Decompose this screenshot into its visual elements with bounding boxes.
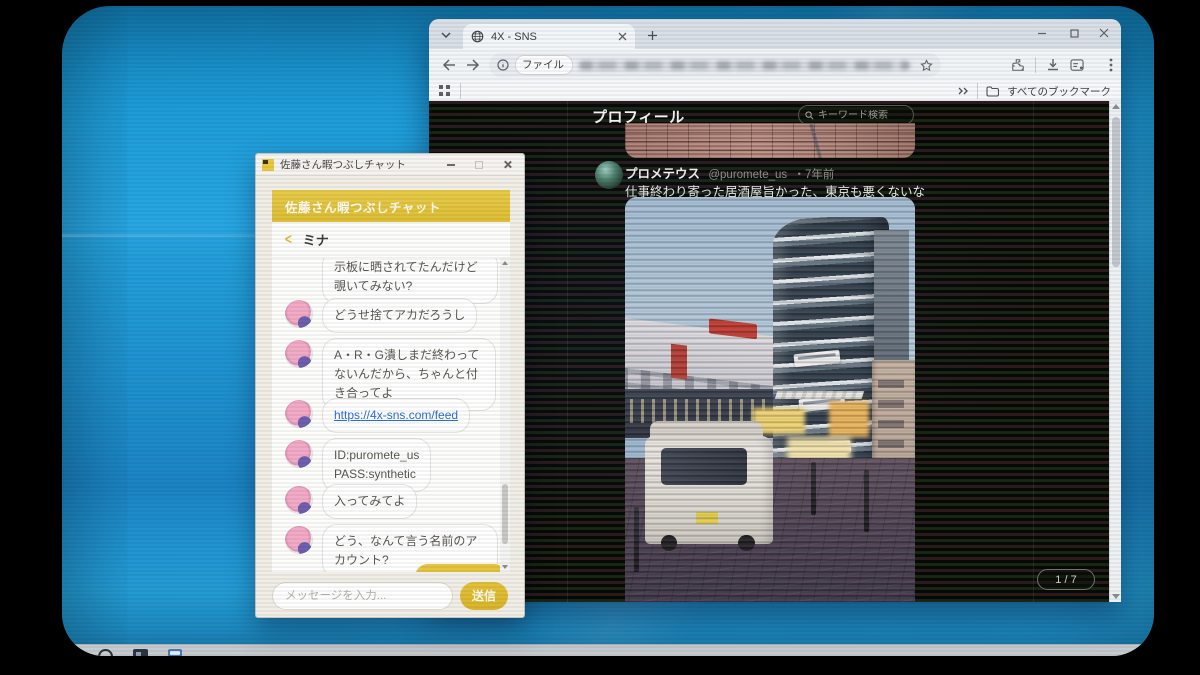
- chat-minimize-button[interactable]: [440, 157, 462, 173]
- tab-title: 4X - SNS: [491, 31, 611, 43]
- chat-scroll-down-arrow[interactable]: [502, 565, 508, 569]
- chat-header: 佐藤さん暇つぶしチャット: [272, 190, 510, 222]
- tab-search-chevron-icon[interactable]: [437, 26, 455, 44]
- chat-window-title: 佐藤さん暇つぶしチャット: [280, 157, 434, 172]
- globe-icon: [471, 30, 484, 43]
- mina-avatar: [285, 300, 313, 328]
- photo-white-van: [645, 421, 773, 543]
- message-input[interactable]: [272, 582, 453, 610]
- post-author[interactable]: プロメテウス: [625, 167, 700, 181]
- contact-name: ミナ: [303, 230, 329, 249]
- post-handle[interactable]: @puromete_us: [708, 169, 787, 181]
- page-info-icon[interactable]: [497, 59, 509, 71]
- chat-close-button[interactable]: [496, 157, 518, 173]
- extensions-puzzle-icon[interactable]: [1011, 58, 1025, 72]
- scroll-up-arrow[interactable]: [1112, 104, 1120, 109]
- chat-maximize-button[interactable]: [468, 157, 490, 173]
- post-header: プロメテウス @puromete_us ・7年前: [625, 163, 925, 182]
- new-tab-button[interactable]: [643, 26, 661, 44]
- photo-bollard-3: [864, 470, 869, 531]
- photo-awning: [775, 391, 865, 399]
- chat-scrollbar[interactable]: [500, 258, 510, 572]
- window-close-button[interactable]: [1087, 19, 1121, 47]
- address-bar[interactable]: ファイル: [489, 53, 941, 77]
- desktop: 4X - SNS: [62, 6, 1154, 656]
- menu-dots-icon[interactable]: [1109, 58, 1113, 72]
- page-indicator: 1 / 7: [1037, 569, 1095, 590]
- toolbar-divider: [1035, 57, 1036, 73]
- tab-close-icon[interactable]: [618, 32, 627, 41]
- post-image-street-photo[interactable]: [625, 197, 915, 602]
- chat-scrollbar-thumb[interactable]: [502, 484, 508, 544]
- sns-feed-column: プロフィール プロメテウス @puromete_us ・7年前: [567, 101, 1034, 602]
- mina-avatar: [285, 526, 313, 554]
- bookmarks-divider: [460, 83, 461, 99]
- mina-avatar: [285, 440, 313, 468]
- folder-icon: [986, 86, 999, 97]
- search-icon: [805, 111, 814, 120]
- sns-page: プロフィール プロメテウス @puromete_us ・7年前: [429, 101, 1121, 602]
- browser-tab-active[interactable]: 4X - SNS: [463, 24, 635, 49]
- back-chevron-icon[interactable]: <: [285, 231, 292, 248]
- taskbar-circle-icon[interactable]: [98, 649, 113, 656]
- all-bookmarks-label[interactable]: すべてのブックマーク: [1007, 84, 1111, 99]
- photo-bollard-1: [634, 507, 639, 572]
- bookmarks-divider-2: [977, 83, 978, 99]
- user-message-bubble-partial: [415, 564, 507, 572]
- download-icon[interactable]: [1046, 58, 1060, 72]
- taskbar-calculator-icon[interactable]: [168, 649, 182, 656]
- browser-toolbar: ファイル: [429, 49, 1121, 81]
- chat-input-bar: 送信: [256, 572, 524, 619]
- crt-monitor-frame: 4X - SNS: [0, 0, 1200, 675]
- mina-avatar: [285, 400, 313, 428]
- chat-app-icon: [262, 159, 274, 171]
- chat-messages-area[interactable]: 示板に晒されてたんだけど覗いてみない? どうせ捨てアカだろうし A・R・G潰しま…: [272, 258, 510, 572]
- photo-red-sign-2: [671, 343, 687, 379]
- send-button[interactable]: 送信: [460, 582, 508, 610]
- feed-link[interactable]: https://4x-sns.com/feed: [334, 408, 458, 422]
- chat-bubble: 入ってみてよ: [322, 484, 417, 519]
- post-timestamp: ・7年前: [794, 169, 835, 181]
- overflow-chevrons-icon[interactable]: [958, 87, 969, 95]
- window-maximize-button[interactable]: [1057, 19, 1091, 47]
- chat-header-title: 佐藤さん暇つぶしチャット: [285, 197, 441, 216]
- file-scheme-chip: ファイル: [515, 55, 573, 75]
- browser-window: 4X - SNS: [429, 19, 1121, 602]
- browser-scrollbar[interactable]: [1109, 101, 1121, 602]
- chat-contact-bar: < ミナ: [272, 222, 510, 258]
- mina-avatar: [285, 340, 313, 368]
- bookmark-star-icon[interactable]: [920, 59, 933, 72]
- scroll-down-arrow[interactable]: [1112, 594, 1120, 599]
- profile-icon[interactable]: [1070, 59, 1085, 72]
- chat-bubble-link: https://4x-sns.com/feed: [322, 398, 470, 433]
- window-minimize-button[interactable]: [1025, 19, 1059, 47]
- scrollbar-thumb[interactable]: [1112, 117, 1120, 267]
- forward-icon[interactable]: [461, 53, 485, 77]
- keyword-search-box[interactable]: [798, 105, 914, 125]
- chat-titlebar[interactable]: 佐藤さん暇つぶしチャット: [256, 154, 524, 176]
- previous-post-image-pavement[interactable]: [625, 123, 915, 158]
- post-avatar[interactable]: [595, 161, 623, 189]
- search-input[interactable]: [818, 110, 907, 121]
- bookmarks-bar: すべてのブックマーク: [429, 81, 1121, 101]
- chat-scroll-up-arrow[interactable]: [502, 261, 508, 265]
- chat-window: 佐藤さん暇つぶしチャット 佐藤さん暇つぶしチャット < ミナ 示板に晒されてたん…: [255, 153, 525, 618]
- chat-bubble: どうせ捨てアカだろうし: [322, 298, 477, 333]
- toolbar-right-icons: [1011, 49, 1113, 81]
- back-icon[interactable]: [437, 53, 461, 77]
- address-url-blurred: [579, 61, 910, 70]
- apps-grid-icon[interactable]: [439, 85, 450, 96]
- photo-bollard-2: [811, 462, 816, 515]
- taskbar: [62, 644, 1154, 656]
- browser-tabstrip: 4X - SNS: [429, 19, 1121, 49]
- mina-avatar: [285, 486, 313, 514]
- taskbar-chat-app-icon[interactable]: [133, 649, 148, 656]
